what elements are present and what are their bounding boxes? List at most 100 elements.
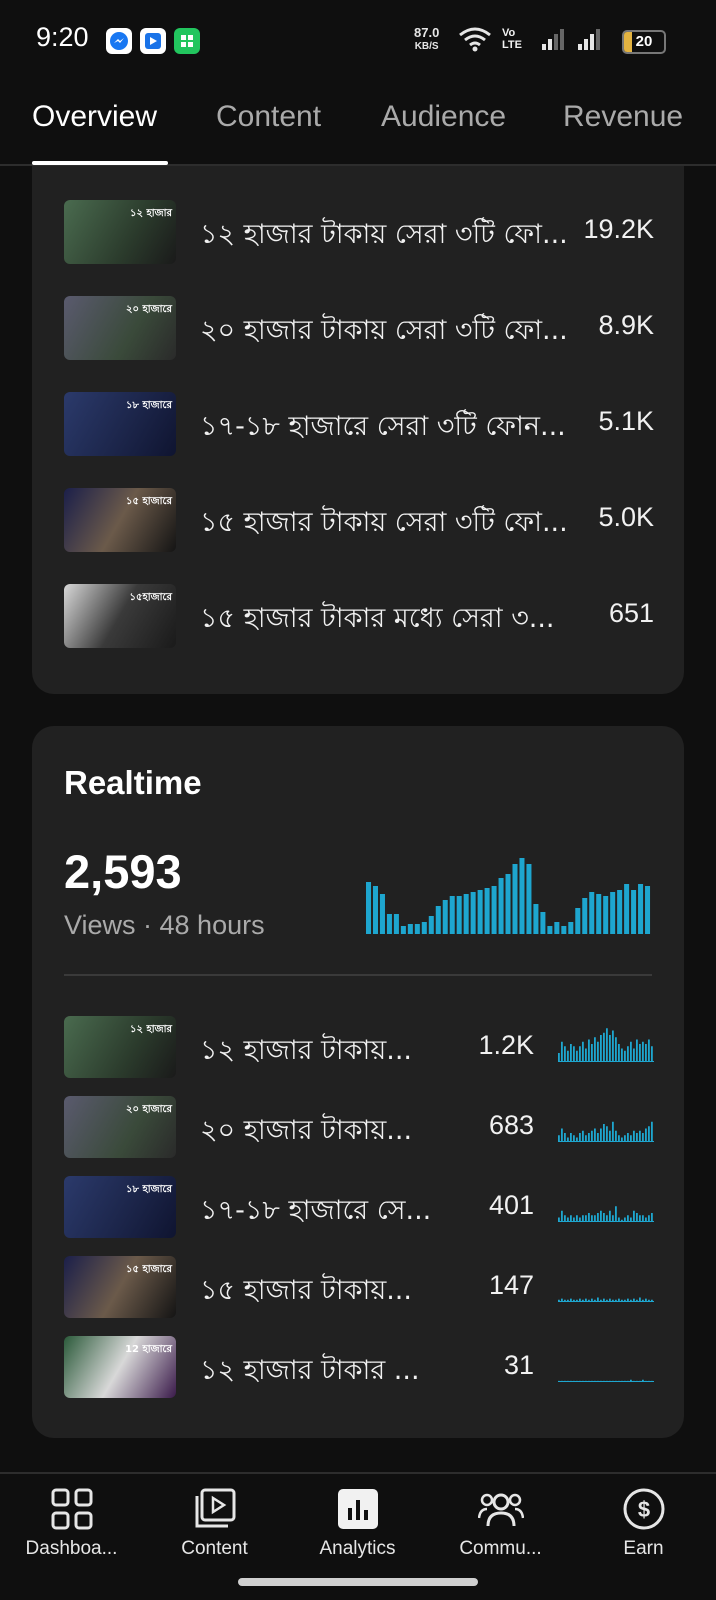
chart-bar <box>414 924 420 934</box>
chart-bar <box>484 888 490 934</box>
sparkline-bar <box>624 1299 626 1302</box>
nav-content[interactable]: Content <box>143 1486 286 1560</box>
chart-bar <box>407 924 413 934</box>
video-views: 401 <box>488 1190 534 1220</box>
tab-revenue[interactable]: Revenue <box>563 100 683 134</box>
tab-overview[interactable]: Overview <box>32 100 157 134</box>
chart-bar <box>491 886 497 934</box>
chart-bar <box>638 884 644 934</box>
dashboard-icon <box>51 1488 92 1530</box>
sparkline-bar <box>597 1133 599 1142</box>
sparkline-bar <box>645 1380 647 1382</box>
content-icon <box>195 1488 235 1528</box>
sparkline-bar <box>639 1215 641 1222</box>
chart-bar <box>575 908 581 934</box>
sparkline-bar <box>579 1298 581 1302</box>
content-row[interactable]: ২০ হাজারে ২০ হাজার টাকায় সেরা ৩টি ফো...… <box>64 296 654 360</box>
nav-community[interactable]: Commu... <box>429 1486 572 1560</box>
chart-bar <box>400 926 406 934</box>
chart-bar <box>533 904 539 934</box>
tab-content[interactable]: Content <box>216 100 321 134</box>
sparkline-bar <box>585 1048 587 1062</box>
sparkline-bar <box>627 1133 629 1142</box>
sparkline-bar <box>606 1299 608 1302</box>
nav-dashboard[interactable]: Dashboa... <box>0 1486 143 1560</box>
content-row[interactable]: ১৮ হাজারে ১৭-১৮ হাজারে সেরা ৩টি ফোন... 5… <box>64 392 654 456</box>
sparkline-bar <box>579 1380 581 1382</box>
sparkline-bar <box>573 1046 575 1062</box>
sparkline-bar <box>600 1035 602 1062</box>
chart-bar <box>596 894 602 934</box>
realtime-row[interactable]: ২০ হাজারে ২০ হাজার টাকায়... 683 <box>64 1096 654 1158</box>
sparkline-bar <box>648 1039 650 1062</box>
sparkline-bar <box>588 1380 590 1382</box>
sparkline-bar <box>585 1135 587 1142</box>
chart-bar <box>603 896 609 934</box>
realtime-row[interactable]: ১৫ হাজারে ১৫ হাজার টাকায়... 147 <box>64 1256 654 1318</box>
sparkline-bar <box>633 1380 635 1382</box>
sparkline-bar <box>618 1298 620 1302</box>
sparkline-bar <box>588 1133 590 1142</box>
sparkline-bar <box>636 1380 638 1382</box>
video-title: ১৫ হাজার টাকায় সেরা ৩টি ফো... <box>200 507 568 538</box>
sparkline-bar <box>609 1298 611 1302</box>
sparkline-bar <box>642 1299 644 1302</box>
sparkline-bar <box>615 1037 617 1062</box>
chart-bar <box>505 874 511 934</box>
sparkline-bar <box>576 1137 578 1142</box>
chart-bar <box>456 896 462 934</box>
chart-bar <box>554 922 560 934</box>
sparkline-bar <box>558 1217 560 1222</box>
video-views: 5.1K <box>598 406 654 436</box>
sparkline-bar <box>594 1128 596 1142</box>
content-row[interactable]: ১২ হাজার ১২ হাজার টাকায় সেরা ৩টি ফো... … <box>64 200 654 264</box>
video-thumbnail: ১২ হাজার <box>64 1016 176 1078</box>
sparkline-bar <box>639 1130 641 1142</box>
realtime-card[interactable]: Realtime 2,593 Views · 48 hours ১২ হাজার… <box>32 726 684 1438</box>
sparkline-bar <box>612 1030 614 1062</box>
top-content-card: ১২ হাজার ১২ হাজার টাকায় সেরা ৩টি ফো... … <box>32 130 684 694</box>
sparkline-bar <box>615 1206 617 1222</box>
sparkline-bar <box>648 1126 650 1142</box>
video-thumbnail: ১২ হাজার <box>64 200 176 264</box>
sparkline-bar <box>633 1210 635 1222</box>
video-views: 8.9K <box>598 310 654 340</box>
realtime-row[interactable]: ১২ হাজার ১২ হাজার টাকায়... 1.2K <box>64 1016 654 1078</box>
sparkline-bar <box>594 1215 596 1222</box>
sparkline-bar <box>603 1124 605 1142</box>
sparkline-bar <box>564 1215 566 1222</box>
sparkline-bar <box>597 1041 599 1062</box>
sparkline-bar <box>609 1380 611 1382</box>
analytics-icon <box>337 1489 378 1529</box>
nav-analytics[interactable]: Analytics <box>286 1486 429 1560</box>
tab-audience[interactable]: Audience <box>381 100 506 134</box>
video-title: ১৭-১৮ হাজারে সেরা ৩টি ফোন... <box>200 411 566 442</box>
content-row[interactable]: ১৫ হাজারে ১৫ হাজার টাকায় সেরা ৩টি ফো...… <box>64 488 654 552</box>
nav-earn[interactable]: $ Earn <box>572 1486 715 1560</box>
sparkline-bar <box>606 1028 608 1062</box>
sparkline-bar <box>567 1380 569 1382</box>
video-title: ১৫ হাজার টাকার মধ্যে সেরা ৩... <box>200 603 555 634</box>
sparkline-bar <box>612 1299 614 1302</box>
sparkline-bar <box>615 1380 617 1382</box>
sparkline-bar <box>561 1298 563 1302</box>
sparkline-bar <box>591 1044 593 1062</box>
sparkline-bar <box>576 1215 578 1222</box>
home-indicator[interactable] <box>238 1578 478 1586</box>
video-thumbnail: ১৫ হাজারে <box>64 488 176 552</box>
sparkline-bar <box>624 1135 626 1142</box>
notification-icons <box>106 28 200 54</box>
chart-bar <box>526 864 532 934</box>
chart-bar <box>435 906 441 934</box>
chart-bar <box>512 864 518 934</box>
realtime-row[interactable]: ১৮ হাজারে ১৭-১৮ হাজারে সে... 401 <box>64 1176 654 1238</box>
video-title: ১২ হাজার টাকায়... <box>200 1035 413 1066</box>
realtime-row[interactable]: 12 হাজারে ১২ হাজার টাকার ... 31 <box>64 1336 654 1398</box>
signal-icon-2 <box>578 29 600 50</box>
sparkline-bar <box>612 1380 614 1382</box>
sparkline-bar <box>558 1135 560 1142</box>
sparkline-bar <box>579 1046 581 1062</box>
realtime-bar-chart <box>366 858 651 934</box>
sparkline-bar <box>630 1217 632 1222</box>
content-row[interactable]: ১৫হাজারে ১৫ হাজার টাকার মধ্যে সেরা ৩... … <box>64 584 654 648</box>
